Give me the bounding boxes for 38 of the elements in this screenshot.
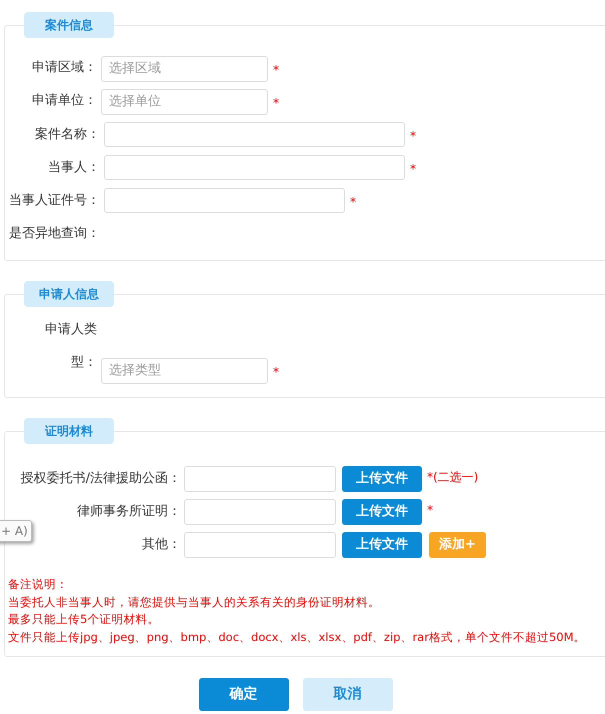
field-label: 申请单位： xyxy=(32,92,97,110)
field-label: 其他： xyxy=(142,536,181,554)
text-field[interactable] xyxy=(104,188,345,213)
field-label: 授权委托书/法律援助公函： xyxy=(20,470,181,488)
select-field[interactable]: 选择区域 xyxy=(101,56,268,82)
text-field[interactable] xyxy=(104,155,405,180)
cancel-button[interactable]: 取消 xyxy=(302,678,392,711)
field-label: 案件名称： xyxy=(35,126,100,144)
required-note: *(二选一) xyxy=(427,469,478,486)
required-mark: * xyxy=(273,96,279,110)
required-mark: * xyxy=(350,194,356,208)
required-mark: * xyxy=(273,62,279,76)
field-label: 当事人证件号： xyxy=(9,192,100,210)
confirm-button[interactable]: 确定 xyxy=(198,678,288,711)
tooltip: + A) xyxy=(0,520,32,542)
upload-button[interactable]: 上传文件 xyxy=(342,498,422,524)
field-label: 是否异地查询： xyxy=(9,224,100,243)
upload-button[interactable]: 上传文件 xyxy=(342,466,422,492)
note-text: 备注说明： xyxy=(8,576,69,593)
add-button[interactable]: 添加+ xyxy=(429,532,486,558)
note-text: 文件只能上传jpg、jpeg、png、bmp、doc、docx、xls、xlsx、pdf、zip、rar格式，单个文件不超过50M。 xyxy=(8,628,587,646)
required-mark: * xyxy=(273,364,279,378)
text-field[interactable] xyxy=(104,122,405,147)
required-mark: * xyxy=(410,128,416,142)
upload-button[interactable]: 上传文件 xyxy=(342,532,422,558)
field-label: 申请人类型： xyxy=(45,321,97,372)
file-field[interactable] xyxy=(184,466,336,492)
file-field[interactable] xyxy=(184,532,336,558)
file-field[interactable] xyxy=(184,498,336,524)
field-label: 当事人： xyxy=(48,158,100,177)
field-label: 申请区域： xyxy=(32,58,97,76)
select-field[interactable]: 选择单位 xyxy=(101,88,268,114)
required-mark: * xyxy=(410,162,416,176)
required-note: * xyxy=(427,502,433,519)
note-text: 当委托人非当事人时，请您提供与当事人的关系有关的身份证明材料。 xyxy=(8,594,381,610)
note-text: 最多只能上传5个证明材料。 xyxy=(8,611,160,628)
select-field[interactable]: 选择类型 xyxy=(101,358,268,384)
field-label: 律师事务所证明： xyxy=(77,502,181,521)
